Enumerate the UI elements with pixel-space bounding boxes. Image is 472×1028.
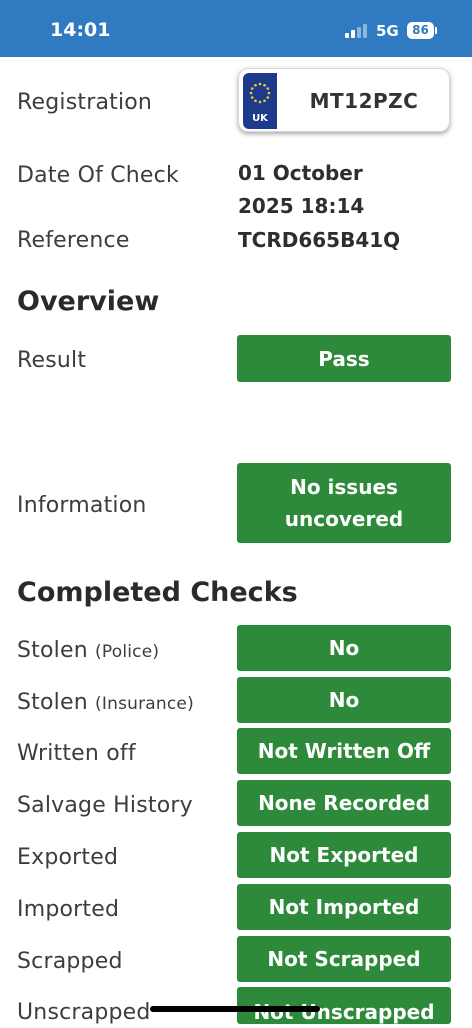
home-indicator[interactable] [150, 1006, 320, 1012]
result-label: Result [17, 348, 87, 373]
check-label-text: Stolen [17, 690, 88, 715]
date-line-1: 01 October [238, 161, 363, 185]
check-result-badge: Not Imported [237, 884, 451, 930]
plate-number: MT12PZC [309, 89, 419, 113]
completed-checks-heading: Completed Checks [17, 577, 298, 608]
reference-label: Reference [17, 228, 130, 253]
check-label: Stolen (Insurance) [17, 690, 194, 715]
battery-icon: 86 [407, 22, 434, 39]
registration-label: Registration [17, 90, 153, 115]
plate-country: UK [252, 113, 268, 124]
status-bar: 14:01 5G 86 [0, 0, 472, 57]
check-label-text: Stolen [17, 638, 88, 663]
information-label: Information [17, 493, 147, 518]
check-label: Imported [17, 897, 120, 922]
information-line-2: uncovered [284, 507, 404, 531]
check-result-badge: None Recorded [237, 780, 451, 826]
check-result-badge: Not Written Off [237, 728, 451, 774]
check-label: Unscrapped [17, 1000, 151, 1025]
check-result-badge: Not Scrapped [237, 936, 451, 982]
date-label: Date Of Check [17, 163, 179, 188]
check-qualifier: (Police) [95, 642, 160, 662]
number-plate: UK MT12PZC [238, 68, 450, 132]
check-result-badge: No [237, 677, 451, 723]
battery-tip [435, 27, 437, 34]
check-label: Written off [17, 741, 136, 766]
date-line-2: 2025 18:14 [238, 194, 365, 218]
check-qualifier: (Insurance) [95, 694, 194, 714]
signal-strength-icon [345, 24, 369, 38]
date-value: 01 October 2025 18:14 [238, 157, 364, 223]
check-label: Scrapped [17, 949, 123, 974]
check-label: Stolen (Police) [17, 638, 159, 663]
check-result-badge: Not Exported [237, 832, 451, 878]
reference-value: TCRD665B41Q [238, 228, 401, 252]
check-label: Salvage History [17, 793, 193, 818]
eu-flag-icon: UK [243, 73, 277, 129]
check-result-badge: No [237, 625, 451, 671]
result-badge: Pass [237, 335, 451, 382]
check-label: Exported [17, 845, 119, 870]
information-line-1: No issues [290, 475, 398, 499]
clock: 14:01 [50, 19, 111, 41]
information-badge: No issues uncovered [237, 463, 451, 543]
overview-heading: Overview [17, 286, 160, 317]
network-type: 5G [376, 22, 399, 40]
